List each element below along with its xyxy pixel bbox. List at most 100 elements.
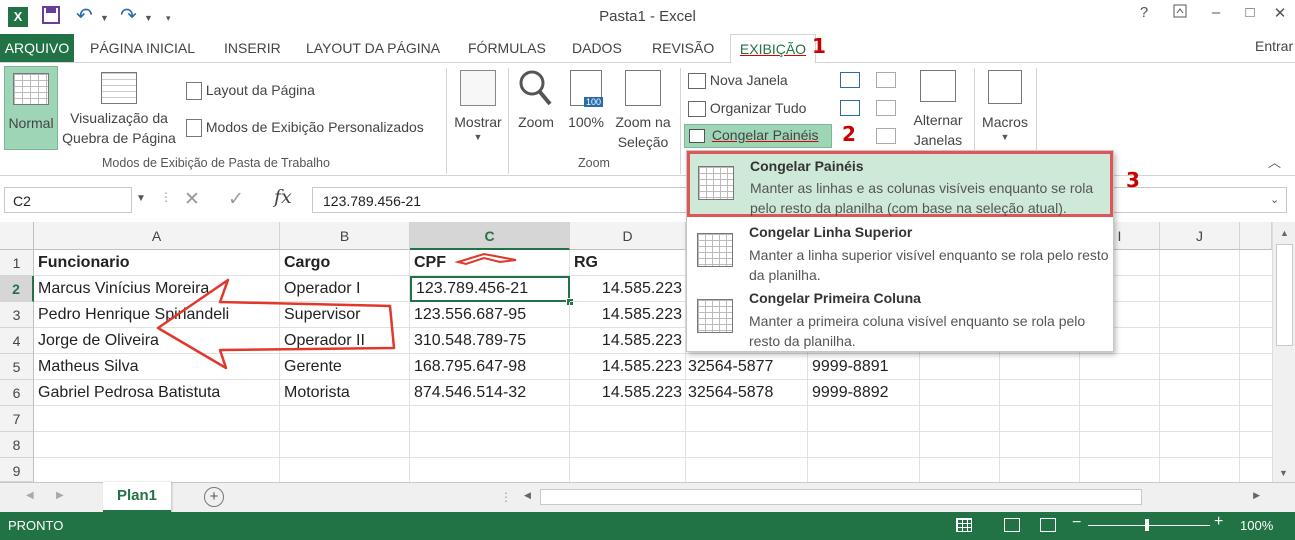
new-window-button[interactable]: Nova Janela — [688, 70, 788, 92]
zoom-to-selection-button[interactable]: Zoom na Seleção — [610, 66, 676, 152]
help-button[interactable]: ? — [1130, 4, 1158, 21]
new-window-label: Nova Janela — [709, 72, 788, 88]
zoom-level[interactable]: 100% — [1240, 518, 1273, 533]
scroll-up-icon[interactable]: ▲ — [1273, 228, 1295, 238]
cell-c4[interactable]: 310.548.789-75 — [410, 328, 570, 354]
cell-a6[interactable]: Gabriel Pedrosa Batistuta — [34, 380, 280, 406]
cell-d2[interactable]: 14.585.223 — [570, 276, 686, 302]
column-header-c[interactable]: C — [410, 222, 570, 250]
split-icon[interactable] — [840, 72, 860, 88]
reset-window-position-icon[interactable] — [876, 128, 896, 144]
column-header-a[interactable]: A — [34, 222, 280, 250]
tab-split-handle[interactable]: ⋮ — [500, 490, 512, 504]
tab-exibicao[interactable]: EXIBIÇÃO — [730, 34, 816, 64]
page-layout-button[interactable]: Layout da Página — [186, 80, 315, 102]
tab-dados[interactable]: DADOS — [572, 40, 622, 56]
row-header-1[interactable]: 1 — [0, 250, 34, 276]
menu-item-freeze-panes[interactable]: Congelar Painéis Manter as linhas e as c… — [687, 151, 1113, 217]
freeze-panes-button[interactable]: Congelar Painéis ▼ — [684, 124, 832, 160]
page-layout-status-icon[interactable] — [1004, 518, 1020, 532]
formula-bar-options-icon[interactable]: ⋮ — [160, 190, 172, 204]
vertical-scrollbar[interactable]: ▲ ▼ — [1272, 222, 1295, 482]
cell-d3[interactable]: 14.585.223 — [570, 302, 686, 328]
column-header-d[interactable]: D — [570, 222, 686, 250]
cell-c5[interactable]: 168.795.647-98 — [410, 354, 570, 380]
tab-revisao[interactable]: REVISÃO — [652, 40, 714, 56]
sheet-scroll-left-icon[interactable]: ◀ — [26, 490, 34, 501]
cell-e5[interactable]: 32564-5877 — [686, 354, 808, 380]
page-break-preview-button[interactable]: Visualização da Quebra de Página — [60, 66, 178, 152]
zoom-button[interactable]: Zoom — [512, 66, 560, 152]
arrange-all-button[interactable]: Organizar Tudo — [688, 98, 806, 120]
hscroll-left-icon[interactable]: ◀ — [524, 490, 531, 501]
cell-e6[interactable]: 32564-5878 — [686, 380, 808, 406]
expand-formula-bar-icon[interactable]: ⌄ — [1270, 193, 1279, 206]
sheet-scroll-right-icon[interactable]: ▶ — [56, 490, 64, 501]
switch-windows-button[interactable]: Alternar Janelas — [906, 66, 970, 152]
cell-d5[interactable]: 14.585.223 — [570, 354, 686, 380]
cell-d4[interactable]: 14.585.223 — [570, 328, 686, 354]
zoom-100-button[interactable]: 100 100% — [564, 66, 608, 152]
cell-f5[interactable]: 9999-8891 — [808, 354, 920, 380]
cell-c6[interactable]: 874.546.514-32 — [410, 380, 570, 406]
row-header-4[interactable]: 4 — [0, 328, 34, 354]
row-header-5[interactable]: 5 — [0, 354, 34, 380]
tab-layout-da-pagina[interactable]: LAYOUT DA PÁGINA — [306, 40, 440, 56]
collapse-ribbon-icon[interactable]: ︿ — [1268, 152, 1281, 171]
custom-views-button[interactable]: Modos de Exibição Personalizados — [186, 117, 424, 139]
user-signin[interactable]: Entrar — [1255, 38, 1293, 54]
sheet-tab-plan1[interactable]: Plan1 — [103, 482, 171, 513]
row-header-6[interactable]: 6 — [0, 380, 34, 406]
add-sheet-button[interactable]: + — [204, 487, 224, 507]
zoom-slider-thumb[interactable] — [1145, 519, 1149, 531]
page-break-status-icon[interactable] — [1040, 518, 1056, 532]
cell-d6[interactable]: 14.585.223 — [570, 380, 686, 406]
hscroll-thumb[interactable] — [540, 489, 1142, 505]
synchronous-scrolling-icon[interactable] — [876, 100, 896, 116]
zoom-slider[interactable] — [1088, 519, 1210, 531]
ribbon-separator — [680, 68, 681, 174]
row-header-7[interactable]: 7 — [0, 406, 34, 432]
insert-function-icon[interactable]: fx — [274, 186, 292, 208]
enter-entry-icon[interactable]: ✓ — [228, 188, 244, 211]
menu-item-freeze-top-row[interactable]: Congelar Linha Superior Manter a linha s… — [687, 219, 1113, 285]
name-box-dropdown-icon[interactable]: ▼ — [136, 193, 146, 204]
scroll-down-icon[interactable]: ▼ — [1279, 468, 1288, 478]
view-side-by-side-icon[interactable] — [876, 72, 896, 88]
normal-view-button[interactable]: Normal — [4, 66, 58, 150]
column-header-j[interactable]: J — [1160, 222, 1240, 250]
cell-f6[interactable]: 9999-8892 — [808, 380, 920, 406]
scroll-thumb[interactable] — [1276, 244, 1293, 346]
cell-d1[interactable]: RG — [570, 250, 686, 276]
select-all-corner[interactable] — [0, 222, 34, 250]
normal-view-status-icon[interactable] — [956, 518, 972, 532]
column-header-b[interactable]: B — [280, 222, 410, 250]
zoom-in-button[interactable]: + — [1214, 513, 1223, 531]
cell-c3[interactable]: 123.556.687-95 — [410, 302, 570, 328]
zoom-out-button[interactable]: − — [1072, 514, 1081, 532]
ribbon-display-options-icon[interactable] — [1166, 4, 1194, 22]
horizontal-scrollbar[interactable]: ◀ ▶ — [520, 486, 1264, 506]
tab-arquivo[interactable]: ARQUIVO — [0, 34, 74, 62]
tab-pagina-inicial[interactable]: PÁGINA INICIAL — [90, 40, 195, 56]
macros-button[interactable]: Macros ▼ — [976, 66, 1034, 152]
cell-c2-active[interactable]: 123.789.456-21 — [410, 276, 570, 302]
hide-icon[interactable] — [840, 100, 860, 116]
menu-item-freeze-first-column[interactable]: Congelar Primeira Coluna Manter a primei… — [687, 285, 1113, 351]
cell-b6[interactable]: Motorista — [280, 380, 410, 406]
cancel-entry-icon[interactable]: ✕ — [184, 188, 200, 211]
row-header-3[interactable]: 3 — [0, 302, 34, 328]
minimize-button[interactable]: – — [1202, 4, 1230, 21]
tab-inserir[interactable]: INSERIR — [224, 40, 281, 56]
show-button[interactable]: Mostrar ▼ — [452, 66, 504, 152]
column-header-next[interactable] — [1240, 222, 1272, 250]
row-header-8[interactable]: 8 — [0, 432, 34, 458]
hscroll-right-icon[interactable]: ▶ — [1253, 490, 1260, 501]
name-box[interactable]: C2 — [4, 187, 132, 213]
tab-formulas[interactable]: FÓRMULAS — [468, 40, 546, 56]
row-header-2[interactable]: 2 — [0, 276, 34, 302]
row-header-9[interactable]: 9 — [0, 458, 34, 482]
freeze-first-column-title: Congelar Primeira Coluna — [749, 290, 921, 306]
restore-button[interactable]: □ — [1236, 4, 1264, 21]
close-button[interactable]: ✕ — [1266, 4, 1294, 22]
